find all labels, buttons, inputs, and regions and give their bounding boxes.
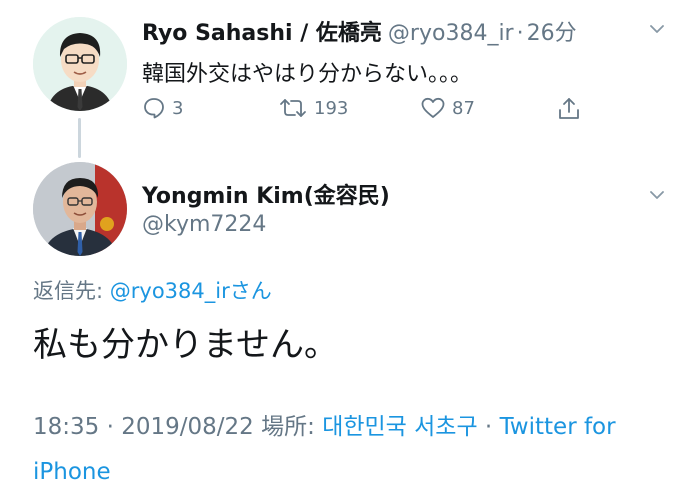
share-button[interactable] [556,96,582,122]
tweet-actions-bar: 3 193 87 [142,96,592,126]
chevron-down-icon[interactable] [650,188,664,202]
parent-tweet-time[interactable]: 26分 [527,15,577,47]
replying-to: 返信先: @ryo384_irさん [33,275,272,305]
tweet-thread: Ryo Sahashi / 佐橋亮 @ryo384_ir · 26分 韓国外交は… [0,0,700,499]
retweet-count: 193 [314,97,349,119]
retweet-button[interactable]: 193 [278,96,348,120]
tweet-time[interactable]: 18:35 [33,414,99,440]
parent-author-handle[interactable]: @ryo384_ir [388,21,514,46]
replying-to-label: 返信先: [33,279,110,303]
parent-author-name[interactable]: Ryo Sahashi / 佐橋亮 [142,15,382,47]
heart-icon [421,97,445,118]
meta-separator: · [477,414,500,440]
tweet-location-link[interactable]: 대한민국 서초구 [322,414,477,440]
tweet-metadata: 18:35 · 2019/08/22 場所: 대한민국 서초구 · Twitte… [33,405,673,495]
like-count: 87 [452,97,475,119]
thread-connector-line [78,118,81,158]
reply-author-name[interactable]: Yongmin Kim(金容民) [142,178,390,210]
reply-author-handle[interactable]: @kym7224 [142,212,266,237]
location-label: 場所: [253,414,323,440]
like-button[interactable]: 87 [420,96,475,120]
reply-icon [144,98,164,119]
share-icon [559,98,579,119]
parent-tweet-text: 韓国外交はやはり分からない。。。 [142,62,473,87]
chevron-down-icon[interactable] [650,22,664,36]
meta-separator: · [99,414,122,440]
reply-button[interactable]: 3 [142,96,183,120]
tweet-date[interactable]: 2019/08/22 [121,414,254,440]
reply-tweet-text: 私も分かりません。 [33,325,338,365]
avatar-ryo-sahashi[interactable] [33,17,127,111]
replying-to-mention[interactable]: @ryo384_irさん [110,279,272,303]
parent-tweet-header: Ryo Sahashi / 佐橋亮 @ryo384_ir · 26分 [142,15,577,47]
retweet-icon [280,99,306,117]
header-separator: · [516,21,524,46]
reply-count: 3 [172,97,184,119]
avatar-yongmin-kim[interactable] [33,162,127,256]
